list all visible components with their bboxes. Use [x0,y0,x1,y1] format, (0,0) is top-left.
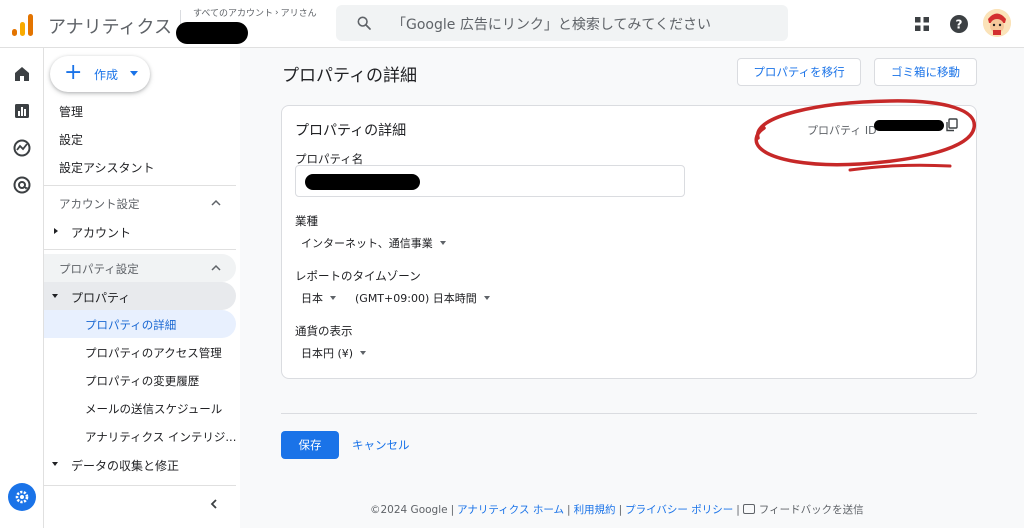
nav-subitem-label: プロパティの変更履歴 [85,374,200,388]
breadcrumb-account[interactable]: アリさん [281,6,317,19]
page-title: プロパティの詳細 [282,66,417,86]
search-icon [357,16,371,30]
timezone-country-value: 日本 [301,292,323,305]
move-property-button[interactable]: プロパティを移行 [737,58,861,86]
nav-item-label: 設定アシスタント [59,161,155,175]
caret-down-icon [130,71,138,76]
timezone-country-dropdown[interactable]: 日本 [301,290,336,306]
timezone-label: レポートのタイムゾーン [295,269,421,283]
chevron-right-icon: › [275,7,279,18]
footer-separator: | [567,503,571,516]
left-rail [0,48,44,528]
nav-item-settings[interactable]: 設定 [44,124,236,152]
admin-nav-panel: + 作成 管理 設定 設定アシスタント アカウント設定 アカウント プロパティ設… [44,48,240,528]
nav-subitem-label: プロパティの詳細 [85,318,177,332]
footer-separator: | [618,503,623,516]
section-account-settings[interactable]: アカウント設定 [44,189,236,217]
nav-divider [44,485,236,486]
red-annotation-circle [754,99,976,172]
redacted-property-name-value [305,174,420,190]
caret-down-icon [483,296,490,300]
nav-subitem-label: メールの送信スケジュール [85,402,223,416]
expand-down-icon [52,462,58,466]
nav-item-setup-assistant[interactable]: 設定アシスタント [44,152,236,180]
caret-down-icon [330,296,336,300]
nav-subitem-change-history[interactable]: プロパティの変更履歴 [44,366,236,394]
advertising-icon[interactable] [12,175,32,195]
property-details-card: プロパティの詳細 プロパティ ID プロパティ名 業種 インターネット、通信事業… [281,99,977,379]
footer: ©2024 Google | アナリティクス ホーム | 利用規約 | プライバ… [370,502,864,517]
currency-label: 通貨の表示 [295,324,353,338]
nav-divider [44,249,236,250]
create-button[interactable]: + 作成 [50,56,150,92]
collapse-chevron-left-icon[interactable] [204,494,224,514]
terms-link[interactable]: 利用規約 [574,502,616,517]
cancel-button[interactable]: キャンセル [352,431,410,459]
create-label: 作成 [94,68,119,82]
nav-item-account[interactable]: アカウント [44,217,236,245]
top-bar: アナリティクス すべてのアカウント › アリさん 「Google 広告にリンク」… [0,0,1024,48]
breadcrumb-all-accounts[interactable]: すべてのアカウント [193,6,273,19]
home-icon[interactable] [12,64,32,84]
industry-dropdown[interactable]: インターネット、通信事業 [301,235,446,251]
currency-value: 日本円 (¥) [301,347,354,360]
timezone-dropdown[interactable]: (GMT+09:00) 日本時間 [355,290,490,306]
nav-divider [44,185,236,186]
search-bar[interactable]: 「Google 広告にリンク」と検索してみてください [336,5,788,41]
nav-subitem-analytics-intelligence[interactable]: アナリティクス インテリジ... [44,422,236,450]
copyright: ©2024 Google [370,503,448,516]
feedback-icon [742,504,755,514]
reports-icon[interactable] [12,101,32,121]
nav-item-label: 管理 [59,105,84,119]
nav-subitem-email-schedule[interactable]: メールの送信スケジュール [44,394,236,422]
app-title[interactable]: アナリティクス [48,13,172,39]
nav-item-label: データの収集と修正 [71,459,180,473]
analytics-home-link[interactable]: アナリティクス ホーム [457,502,564,517]
nav-item-data-collection[interactable]: データの収集と修正 [44,450,236,478]
nav-item-label: プロパティ [71,291,131,305]
redacted-property-name [176,22,248,44]
timezone-value: (GMT+09:00) 日本時間 [355,292,477,305]
chevron-up-icon [211,264,221,271]
industry-label: 業種 [295,214,318,228]
account-breadcrumb[interactable]: すべてのアカウント › アリさん [193,6,317,20]
section-property-settings[interactable]: プロパティ設定 [44,254,236,282]
expand-down-icon [52,294,58,298]
privacy-link[interactable]: プライバシー ポリシー [625,502,733,517]
save-button[interactable]: 保存 [281,431,339,459]
chevron-up-icon [211,199,221,206]
plus-icon: + [64,60,83,85]
card-title: プロパティの詳細 [295,123,407,139]
nav-subitem-property-details[interactable]: プロパティの詳細 [44,310,236,338]
admin-gear-icon[interactable] [8,483,36,511]
help-icon[interactable]: ? [947,12,971,36]
caret-down-icon [439,241,446,245]
explore-icon[interactable] [12,138,32,158]
apps-grid-icon[interactable] [910,12,934,36]
footer-separator: | [450,503,455,516]
nav-subitem-label: アナリティクス インテリジ... [85,430,237,444]
avatar[interactable] [983,9,1011,37]
currency-dropdown[interactable]: 日本円 (¥) [301,345,367,361]
industry-value: インターネット、通信事業 [301,237,433,250]
search-input[interactable]: 「Google 広告にリンク」と検索してみてください [392,14,711,34]
nav-item-admin[interactable]: 管理 [44,96,236,124]
move-to-trash-button[interactable]: ゴミ箱に移動 [874,58,977,86]
form-divider [281,413,977,414]
svg-text:?: ? [956,18,963,32]
nav-item-label: アカウント [71,226,132,240]
caret-down-icon [360,351,367,355]
feedback-label: フィードバックを送信 [758,504,864,516]
analytics-logo-icon[interactable] [12,12,34,36]
expand-right-icon [54,228,58,234]
property-name-input[interactable] [295,165,685,197]
nav-subitem-label: プロパティのアクセス管理 [85,346,222,360]
nav-item-property[interactable]: プロパティ [44,282,236,310]
feedback-link[interactable]: フィードバックを送信 [742,502,864,517]
nav-item-label: 設定 [59,133,84,147]
section-label: アカウント設定 [59,197,140,211]
nav-subitem-property-access[interactable]: プロパティのアクセス管理 [44,338,236,366]
section-label: プロパティ設定 [59,262,139,276]
footer-separator: | [736,503,740,516]
